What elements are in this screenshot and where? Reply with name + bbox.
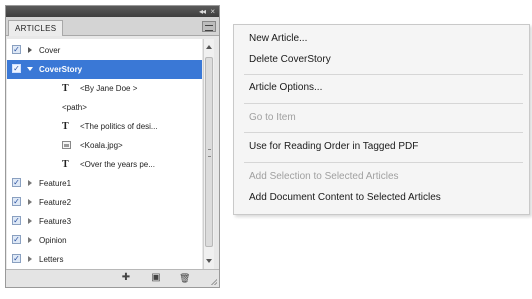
panel-footer: ✚ ▣ 🗑 <box>6 269 219 287</box>
panel-menu-button[interactable] <box>202 21 216 32</box>
menu-separator <box>244 103 523 104</box>
tab-articles[interactable]: ARTICLES <box>8 20 64 36</box>
panel-flyout-menu: New Article... Delete CoverStory Article… <box>233 24 530 215</box>
checkbox-coverstory[interactable]: ✓ <box>12 64 21 73</box>
panel-title-bar[interactable]: ◂◂ × <box>6 6 219 17</box>
scroll-up-arrow-icon[interactable] <box>206 45 212 49</box>
article-row-coverstory[interactable]: ✓ CoverStory <box>7 60 202 79</box>
scroll-thumb[interactable] <box>205 57 213 247</box>
article-label: Opinion <box>39 236 67 245</box>
resize-grip-icon[interactable] <box>211 279 217 285</box>
article-row-cover[interactable]: ✓ Cover <box>7 41 202 60</box>
checkbox-cover[interactable]: ✓ <box>12 45 21 54</box>
articles-panel: ◂◂ × ARTICLES ✓ Cover ✓ CoverStory T <By… <box>5 5 220 288</box>
collapse-arrow-icon[interactable] <box>27 67 33 71</box>
menu-item-add-document-content[interactable]: Add Document Content to Selected Article… <box>249 192 441 203</box>
menu-separator <box>244 132 523 133</box>
article-row-opinion[interactable]: ✓ Opinion <box>7 231 202 250</box>
expand-arrow-icon[interactable] <box>28 199 32 205</box>
menu-item-go-to-item[interactable]: Go to Item <box>249 112 296 123</box>
menu-separator <box>244 162 523 163</box>
article-row-feature1[interactable]: ✓ Feature1 <box>7 174 202 193</box>
image-frame-icon <box>62 141 71 149</box>
content-row[interactable]: <Koala.jpg> <box>7 136 202 155</box>
article-label: Feature1 <box>39 179 72 188</box>
expand-arrow-icon[interactable] <box>28 218 32 224</box>
menu-item-reading-order[interactable]: Use for Reading Order in Tagged PDF <box>249 141 418 152</box>
scroll-down-arrow-icon[interactable] <box>206 259 212 263</box>
article-label: Feature2 <box>39 198 72 207</box>
text-frame-icon: T <box>62 121 69 132</box>
content-row[interactable]: T <By Jane Doe > <box>7 79 202 98</box>
article-label: Cover <box>39 46 61 55</box>
panel-menu-icon <box>205 25 213 31</box>
checkbox-feature1[interactable]: ✓ <box>12 178 21 187</box>
article-label: CoverStory <box>39 65 83 74</box>
expand-arrow-icon[interactable] <box>28 47 32 53</box>
add-content-icon[interactable]: ✚ <box>121 273 131 283</box>
content-label: <Over the years pe... <box>80 160 155 169</box>
new-article-icon[interactable]: ▣ <box>151 273 161 283</box>
content-row[interactable]: T <Over the years pe... <box>7 155 202 174</box>
grip-icon <box>208 149 211 157</box>
checkbox-letters[interactable]: ✓ <box>12 254 21 263</box>
menu-item-article-options[interactable]: Article Options... <box>249 82 322 93</box>
expand-arrow-icon[interactable] <box>28 256 32 262</box>
articles-list: ✓ Cover ✓ CoverStory T <By Jane Doe > <p… <box>7 39 202 269</box>
article-row-feature3[interactable]: ✓ Feature3 <box>7 212 202 231</box>
expand-arrow-icon[interactable] <box>28 237 32 243</box>
article-label: Feature3 <box>39 217 72 226</box>
menu-item-delete-article[interactable]: Delete CoverStory <box>249 54 331 65</box>
menu-item-new-article[interactable]: New Article... <box>249 33 307 44</box>
close-panel-icon[interactable]: × <box>210 7 215 16</box>
content-label: <path> <box>62 103 87 112</box>
content-row[interactable]: T <The politics of desi... <box>7 117 202 136</box>
content-row[interactable]: <path> <box>7 98 202 117</box>
content-label: <Koala.jpg> <box>80 141 123 150</box>
article-row-letters[interactable]: ✓ Letters <box>7 250 202 269</box>
menu-separator <box>244 74 523 75</box>
menu-item-add-selection[interactable]: Add Selection to Selected Articles <box>249 171 399 182</box>
checkbox-feature2[interactable]: ✓ <box>12 197 21 206</box>
text-frame-icon: T <box>62 159 69 170</box>
list-scrollbar[interactable] <box>203 39 214 269</box>
expand-arrow-icon[interactable] <box>28 180 32 186</box>
panel-tab-row: ARTICLES <box>6 17 219 36</box>
delete-icon[interactable]: 🗑 <box>179 273 190 283</box>
article-label: Letters <box>39 255 64 264</box>
article-row-feature2[interactable]: ✓ Feature2 <box>7 193 202 212</box>
checkbox-opinion[interactable]: ✓ <box>12 235 21 244</box>
content-label: <By Jane Doe > <box>80 84 138 93</box>
checkbox-feature3[interactable]: ✓ <box>12 216 21 225</box>
text-frame-icon: T <box>62 83 69 94</box>
collapse-panel-icon[interactable]: ◂◂ <box>199 7 206 16</box>
content-label: <The politics of desi... <box>80 122 158 131</box>
